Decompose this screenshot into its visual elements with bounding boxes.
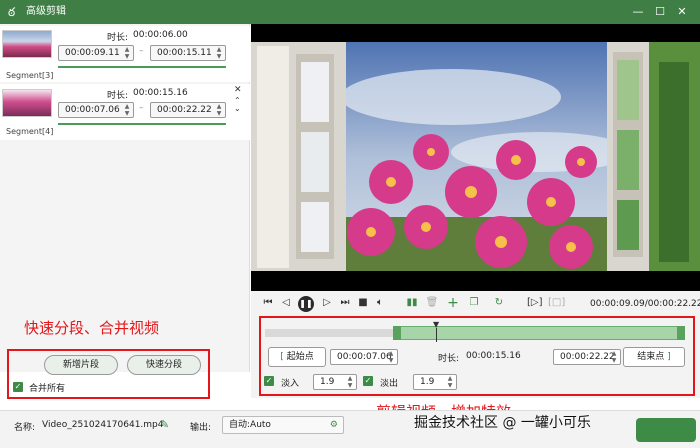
minimize-button[interactable]: —: [630, 4, 646, 20]
window-title: 高级剪辑: [26, 6, 66, 17]
spinner-icon[interactable]: ▲ ▼: [387, 350, 395, 364]
spinner-icon[interactable]: ▲ ▼: [123, 46, 131, 60]
pause-button[interactable]: ❚❚: [298, 296, 314, 312]
edit-duration-label: 时长:: [438, 354, 460, 364]
mark-out-icon[interactable]: [□]: [548, 296, 565, 310]
stop-icon[interactable]: ■: [356, 296, 370, 310]
set-start-label: 起始点: [286, 352, 314, 362]
merge-all-label: 合并所有: [29, 384, 66, 394]
end-time-value: 00:00:22.22: [157, 105, 212, 115]
playback-time: 00:00:09.09/00:00:22.22: [590, 299, 700, 309]
fade-in-label: 淡入: [281, 379, 300, 389]
segment-progress-line: [58, 123, 226, 125]
segment-label: Segment[4]: [6, 127, 54, 136]
fade-in-checkbox[interactable]: ✓: [264, 376, 274, 386]
output-value: 自动:Auto: [229, 420, 271, 430]
duration-label: 时长:: [107, 33, 129, 43]
delete-segment-icon[interactable]: ✕: [234, 85, 242, 95]
skip-end-icon[interactable]: ⏭: [338, 296, 352, 310]
watermark-text: 掘金技术社区 @ 一罐小可乐: [414, 415, 591, 431]
move-down-icon[interactable]: ⌄: [234, 104, 241, 113]
refresh-icon[interactable]: ↻: [492, 296, 506, 310]
start-point-value: 00:00:07.06: [337, 352, 392, 362]
range-dash: –: [139, 103, 144, 113]
fade-out-checkbox[interactable]: ✓: [363, 376, 373, 386]
spinner-icon[interactable]: ▲ ▼: [215, 103, 223, 117]
set-end-label: 结束点: [637, 352, 665, 362]
set-start-button[interactable]: [ 起始点: [268, 347, 326, 367]
spinner-icon[interactable]: ▲ ▼: [346, 375, 354, 389]
segment-label: Segment[3]: [6, 71, 54, 80]
segment-thumbnail: [2, 30, 52, 58]
start-time-value: 00:00:09.11: [65, 48, 120, 58]
segment-thumbnail: [2, 89, 52, 117]
quick-split-button[interactable]: 快速分段: [127, 355, 201, 375]
delete-icon[interactable]: 🗑︎: [425, 296, 439, 310]
fade-in-value: 1.9: [320, 377, 335, 387]
skip-start-icon[interactable]: ⏮: [261, 296, 275, 310]
end-time-value: 00:00:15.11: [157, 48, 212, 58]
edit-duration-value: 00:00:15.16: [466, 351, 521, 361]
segment-item[interactable]: Segment[4] 时长: 00:00:15.16 00:00:07.06 ▲…: [0, 84, 250, 140]
segment-progress-line: [58, 66, 226, 68]
duration-value: 00:00:15.16: [133, 88, 188, 98]
video-frame: [251, 42, 700, 271]
selection-end-handle[interactable]: [677, 326, 685, 340]
mark-in-icon[interactable]: [▷]: [527, 296, 543, 310]
edit-name-icon[interactable]: ✎: [160, 418, 169, 431]
annotation-split-merge: 快速分段、合并视频: [24, 319, 160, 337]
file-name-value: Video_251024170641.mp4: [42, 420, 164, 430]
fade-out-label: 淡出: [380, 379, 399, 389]
title-bar: ఠ 高级剪辑 — ☐ ✕: [0, 0, 700, 24]
fade-in-input[interactable]: 1.9 ▲ ▼: [313, 374, 357, 390]
output-label: 输出:: [190, 423, 212, 433]
split-icon[interactable]: ▮▮: [405, 296, 419, 310]
fade-out-value: 1.9: [420, 377, 435, 387]
segment-item[interactable]: Segment[3] 时长: 00:00:06.00 00:00:09.11 ▲…: [0, 26, 250, 82]
selection-start-handle[interactable]: [393, 326, 401, 340]
end-time-input[interactable]: 00:00:15.11 ▲ ▼: [150, 45, 226, 61]
fade-out-input[interactable]: 1.9 ▲ ▼: [413, 374, 457, 390]
start-time-input[interactable]: 00:00:09.11 ▲ ▼: [58, 45, 134, 61]
end-point-input[interactable]: 00:00:22.22 ▲ ▼: [553, 349, 621, 365]
copy-icon[interactable]: ❐: [467, 296, 481, 310]
maximize-button[interactable]: ☐: [652, 4, 668, 20]
end-time-input[interactable]: 00:00:22.22 ▲ ▼: [150, 102, 226, 118]
duration-label: 时长:: [107, 91, 129, 101]
output-select[interactable]: 自动:Auto ⚙: [222, 416, 344, 434]
set-end-button[interactable]: 结束点 ]: [623, 347, 685, 367]
start-time-value: 00:00:07.06: [65, 105, 120, 115]
end-point-value: 00:00:22.22: [560, 352, 615, 362]
volume-icon[interactable]: 🔈︎: [373, 296, 387, 310]
export-button[interactable]: [636, 418, 696, 442]
duration-value: 00:00:06.00: [133, 30, 188, 40]
name-label: 名称:: [14, 423, 36, 433]
add-icon[interactable]: +: [446, 296, 460, 310]
range-dash: –: [139, 46, 144, 56]
playhead-line: [436, 328, 437, 342]
start-time-input[interactable]: 00:00:07.06 ▲ ▼: [58, 102, 134, 118]
app-logo-icon: ఠ: [8, 5, 16, 19]
close-button[interactable]: ✕: [674, 4, 690, 20]
spinner-icon[interactable]: ▲ ▼: [610, 350, 618, 364]
merge-all-checkbox[interactable]: ✓: [13, 382, 23, 392]
start-point-input[interactable]: 00:00:07.06 ▲ ▼: [330, 349, 398, 365]
spinner-icon[interactable]: ▲ ▼: [446, 375, 454, 389]
video-preview-image: [251, 42, 700, 271]
settings-gear-icon[interactable]: ⚙: [330, 417, 338, 433]
spinner-icon[interactable]: ▲ ▼: [123, 103, 131, 117]
step-forward-icon[interactable]: ▷: [320, 296, 334, 310]
step-back-icon[interactable]: ◁: [279, 296, 293, 310]
add-segment-button[interactable]: 新增片段: [44, 355, 118, 375]
spinner-icon[interactable]: ▲ ▼: [215, 46, 223, 60]
